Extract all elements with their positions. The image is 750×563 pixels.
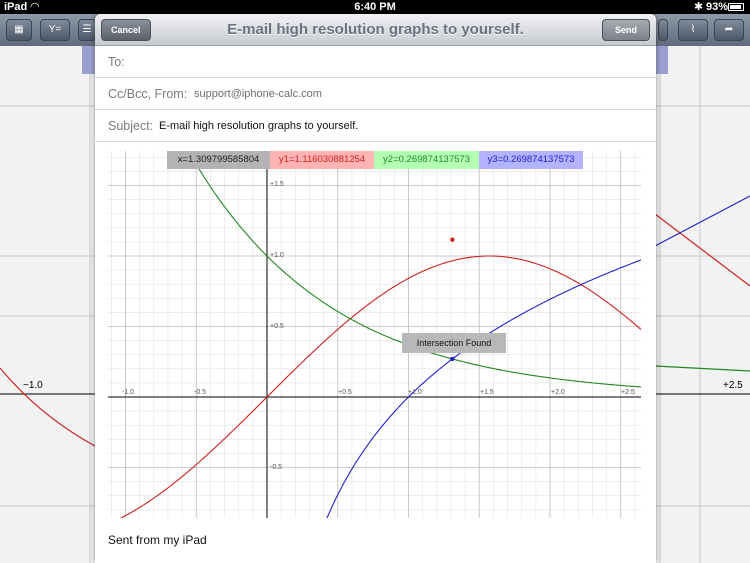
x-tick: -0.5 xyxy=(194,389,207,396)
mail-compose-sheet: E-mail high resolution graphs to yoursel… xyxy=(95,14,656,563)
bg-x-tick-right: +2.5 xyxy=(723,380,743,391)
marker-y1 xyxy=(450,237,455,242)
list-icon[interactable]: ☰ xyxy=(78,19,96,41)
bg-x-tick-left: −1.0 xyxy=(23,380,43,391)
ccbcc-label: Cc/Bcc, From: xyxy=(108,87,188,101)
readout-y3: y3=0.269874137573 xyxy=(479,151,583,169)
equation-button[interactable]: Y= xyxy=(40,19,70,41)
from-value: support@iphone-calc.com xyxy=(194,88,322,100)
x-tick: +1.0 xyxy=(408,389,422,396)
status-bar: iPad ◠ 6:40 PM ✱ 93% xyxy=(0,0,750,14)
battery-percent: 93% xyxy=(706,1,729,13)
graph-canvas xyxy=(108,151,641,518)
x-tick: +2.5 xyxy=(621,389,635,396)
x-tick: +1.5 xyxy=(480,389,494,396)
x-tick: +2.0 xyxy=(551,389,565,396)
share-icon[interactable]: ➦ xyxy=(714,19,744,41)
y-tick: -0.5 xyxy=(270,464,283,471)
y-tick: +1.5 xyxy=(270,181,284,188)
intersection-found-label: Intersection Found xyxy=(402,333,506,353)
graph-icon[interactable]: ⌇ xyxy=(678,19,708,41)
subject-field-row[interactable]: Subject: E-mail high resolution graphs t… xyxy=(95,110,656,142)
partial-button[interactable] xyxy=(658,19,668,41)
to-label: To: xyxy=(108,55,125,69)
to-field-row[interactable]: To: xyxy=(95,46,656,78)
readout-x: x=1.309799585804 xyxy=(167,151,270,169)
cancel-button[interactable]: Cancel xyxy=(101,19,151,41)
calculator-icon[interactable]: ▦ xyxy=(6,19,32,41)
curve-y1 xyxy=(119,255,641,518)
bluetooth-icon: ✱ xyxy=(694,1,704,13)
readout-y2: y2=0.269874137573 xyxy=(374,151,479,169)
subject-value[interactable]: E-mail high resolution graphs to yoursel… xyxy=(159,120,358,132)
subject-label: Subject: xyxy=(108,119,154,133)
x-tick: +0.5 xyxy=(338,389,352,396)
y-tick: +1.0 xyxy=(270,252,284,259)
readout-y1: y1=1.116030881254 xyxy=(270,151,374,169)
graph-attachment: x=1.309799585804 y1=1.116030881254 y2=0.… xyxy=(108,151,641,518)
mail-nav-bar: E-mail high resolution graphs to yoursel… xyxy=(95,14,656,46)
x-tick: -1.0 xyxy=(122,389,135,396)
status-time: 6:40 PM xyxy=(354,1,396,13)
y-tick: +0.5 xyxy=(270,323,284,330)
marker-intersection xyxy=(450,356,455,362)
ccbcc-field-row[interactable]: Cc/Bcc, From: support@iphone-calc.com xyxy=(95,78,656,110)
mail-signature: Sent from my iPad xyxy=(108,533,207,547)
send-button[interactable]: Send xyxy=(602,19,650,41)
battery-icon xyxy=(728,3,744,11)
mail-title: E-mail high resolution graphs to yoursel… xyxy=(227,21,524,38)
